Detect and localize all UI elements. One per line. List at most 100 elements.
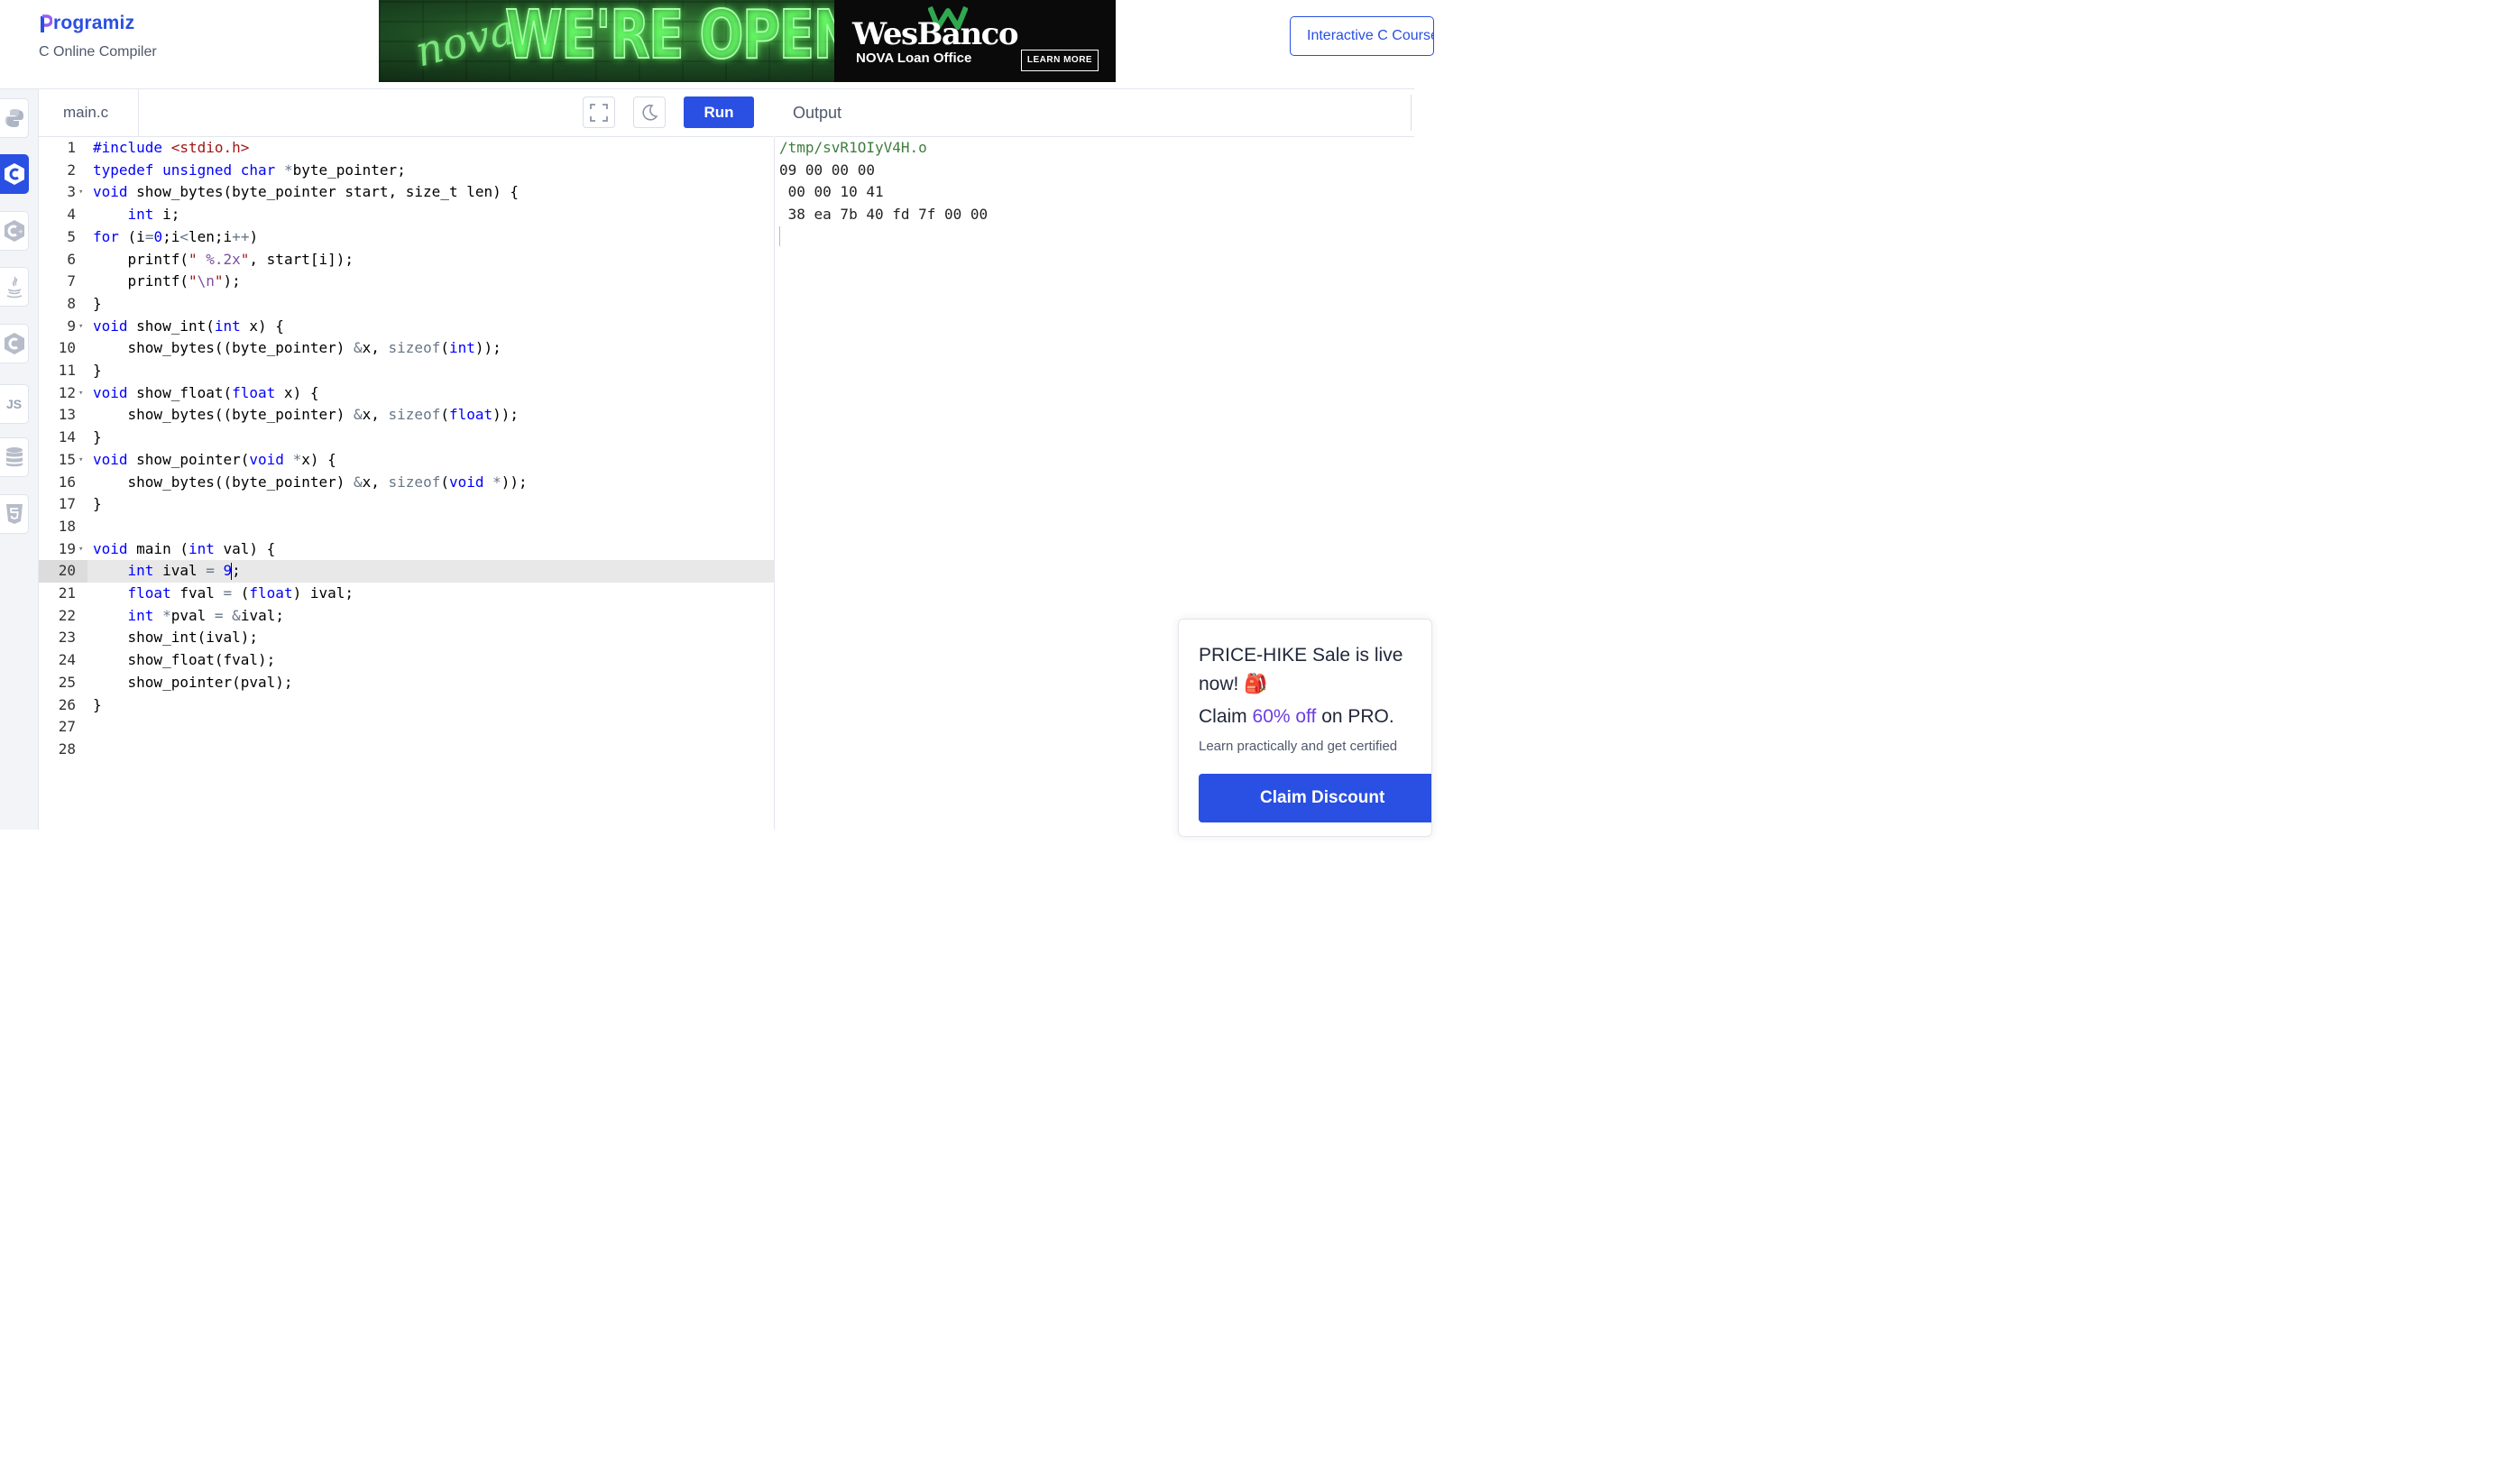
code-line[interactable]: 22 int *pval = &ival; (39, 605, 774, 628)
code-line[interactable]: 9 ▾ void show_int(int x) { (39, 316, 774, 338)
java-icon[interactable] (0, 267, 29, 307)
ad-headline: WE'RE OPEN (504, 0, 857, 75)
code-line[interactable]: 16 show_bytes((byte_pointer) &x, sizeof(… (39, 472, 774, 494)
line-number: 21 (58, 584, 76, 602)
csharp-icon[interactable] (0, 324, 29, 363)
language-sidebar: + JS (0, 89, 39, 830)
ad-brand-panel: WesBanco NOVA Loan Office LEARN MORE ▷✕ (834, 0, 1116, 82)
code-line[interactable]: 8} (39, 293, 774, 316)
code-text: } (93, 428, 102, 446)
run-button[interactable]: Run (684, 96, 754, 128)
code-line[interactable]: 2 typedef unsigned char *byte_pointer; (39, 160, 774, 182)
code-line[interactable]: 4 int i; (39, 204, 774, 226)
line-number: 28 (58, 740, 76, 758)
code-text: float fval = (float) ival; (127, 584, 354, 602)
code-line[interactable]: 1 #include <stdio.h> (39, 137, 774, 160)
output-line: 00 00 10 41 (779, 183, 884, 201)
fold-arrow-icon[interactable]: ▾ (78, 316, 83, 338)
code-line[interactable]: 20 int ival = 9; (39, 560, 774, 583)
line-number: 12 (58, 383, 76, 401)
line-number: 24 (58, 651, 76, 669)
code-text: printf(" %.2x", start[i]); (93, 250, 354, 268)
fold-arrow-icon[interactable]: ▾ (78, 449, 83, 472)
code-line[interactable]: 28 (39, 739, 774, 761)
code-line[interactable]: 25 show_pointer(pval); (39, 672, 774, 694)
code-text: void show_int(int x) { (93, 317, 284, 335)
line-number: 5 (67, 227, 76, 245)
line-number: 23 (58, 629, 76, 647)
code-text: void show_pointer(void *x) { (93, 450, 336, 468)
code-line[interactable]: 17} (39, 493, 774, 516)
code-line[interactable]: 7 printf("\n"); (39, 271, 774, 293)
interactive-course-button[interactable]: Interactive C Course (1290, 16, 1434, 56)
promo-claim: Claim 60% off on PRO. (1199, 706, 1394, 728)
python-icon[interactable] (0, 98, 29, 138)
ad-subline: NOVA Loan Office (856, 51, 972, 66)
svg-text:+: + (18, 228, 23, 235)
code-line[interactable]: 24 show_float(fval); (39, 649, 774, 672)
promo-card: PRICE-HIKE Sale is live now! 🎒 Claim 60%… (1178, 619, 1432, 837)
code-line[interactable]: 21 float fval = (float) ival; (39, 583, 774, 605)
moon-icon (642, 104, 658, 121)
ad-learn-more-button[interactable]: LEARN MORE (1021, 50, 1099, 71)
code-line[interactable]: 19 ▾ void main (int val) { (39, 538, 774, 561)
line-number: 20 (39, 560, 87, 583)
code-text: show_bytes((byte_pointer) &x, sizeof(flo… (93, 406, 520, 424)
code-line[interactable]: 23 show_int(ival); (39, 627, 774, 649)
code-line[interactable]: 26} (39, 694, 774, 717)
fullscreen-button[interactable] (583, 96, 615, 128)
line-number: 17 (58, 495, 76, 513)
line-number: 25 (58, 673, 76, 691)
line-number: 13 (58, 406, 76, 424)
line-number: 7 (67, 272, 76, 290)
cpp-icon[interactable]: + (0, 211, 29, 251)
sql-icon[interactable] (0, 437, 29, 477)
code-line[interactable]: 6 printf(" %.2x", start[i]); (39, 249, 774, 271)
code-line[interactable]: 14} (39, 427, 774, 449)
code-text: printf("\n"); (93, 272, 241, 290)
promo-claim-accent: 60% off (1252, 706, 1317, 727)
c-icon[interactable] (0, 154, 29, 194)
code-text: int ival = 9; (127, 562, 241, 581)
code-editor[interactable]: 1 #include <stdio.h> 2 typedef unsigned cha… (39, 137, 775, 830)
claim-discount-button[interactable]: Claim Discount (1199, 774, 1431, 822)
code-line[interactable]: 15 ▾ void show_pointer(void *x) { (39, 449, 774, 472)
dark-mode-toggle[interactable] (633, 96, 666, 128)
advertisement-banner[interactable]: nova WE'RE OPEN WesBanco NOVA Loan Offic… (379, 0, 1116, 82)
code-line[interactable]: 18 (39, 516, 774, 538)
logo-text: rogramiz (53, 13, 135, 33)
file-tab-main-c[interactable]: main.c (39, 89, 139, 136)
code-line[interactable]: 3 ▾ void show_bytes(byte_pointer start, si… (39, 181, 774, 204)
code-text: show_int(ival); (93, 629, 259, 647)
code-text: show_bytes((byte_pointer) &x, sizeof(voi… (93, 473, 528, 491)
code-text: show_bytes((byte_pointer) &x, sizeof(int… (93, 339, 501, 357)
output-file-path: /tmp/svR1OIyV4H.o (779, 139, 927, 156)
fold-arrow-icon[interactable]: ▾ (78, 538, 83, 561)
code-text: int i; (127, 206, 180, 224)
output-cursor (779, 226, 780, 246)
code-text: typedef unsigned char *byte_pointer; (93, 161, 406, 179)
code-line[interactable]: 13 show_bytes((byte_pointer) &x, sizeof(… (39, 404, 774, 427)
code-text: } (93, 495, 102, 513)
line-number: 15 (58, 450, 76, 468)
js-icon[interactable]: JS (0, 384, 29, 424)
fold-arrow-icon[interactable]: ▾ (78, 382, 83, 405)
code-text: show_pointer(pval); (93, 673, 293, 691)
code-text: #include <stdio.h> (93, 139, 250, 156)
output-line: 38 ea 7b 40 fd 7f 00 00 (779, 206, 989, 224)
output-clear-button-edge[interactable] (1411, 95, 1415, 131)
code-line[interactable]: 12 ▾ void show_float(float x) { (39, 382, 774, 405)
programiz-logo-icon (40, 14, 53, 33)
code-line[interactable]: 5 for (i=0;i<len;i++) (39, 226, 774, 249)
code-line[interactable]: 11} (39, 360, 774, 382)
fullscreen-icon (590, 103, 608, 122)
fold-arrow-icon[interactable]: ▾ (78, 181, 83, 204)
html5-icon[interactable] (0, 494, 29, 534)
code-line[interactable]: 27 (39, 716, 774, 739)
code-line[interactable]: 10 show_bytes((byte_pointer) &x, sizeof(… (39, 337, 774, 360)
output-line: 09 00 00 00 (779, 161, 875, 179)
code-text: for (i=0;i<len;i++) (93, 227, 259, 245)
ad-brand: WesBanco (852, 16, 1019, 52)
line-number: 11 (58, 362, 76, 379)
programiz-logo[interactable]: rogramiz (40, 13, 134, 34)
